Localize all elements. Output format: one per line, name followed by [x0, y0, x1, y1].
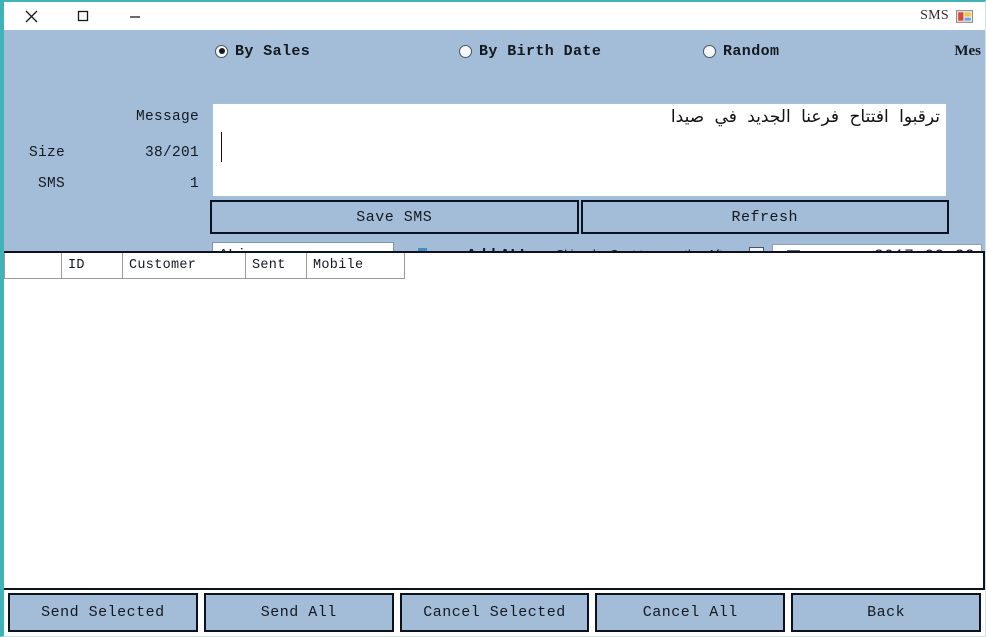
send-selected-button[interactable]: Send Selected [8, 593, 198, 632]
column-header-id[interactable]: ID [61, 253, 123, 279]
column-header-sent[interactable]: Sent [245, 253, 307, 279]
radio-by-birth-date-label: By Birth Date [479, 42, 602, 60]
recipients-table: ID Customer Sent Mobile [4, 253, 405, 279]
cancel-selected-button[interactable]: Cancel Selected [399, 593, 590, 632]
radio-random[interactable]: Random [703, 43, 779, 60]
size-label: Size [28, 145, 65, 161]
filter-radio-group: By Sales By Birth Date Random Mes [4, 38, 985, 64]
message-panel: By Sales By Birth Date Random Mes Messag… [4, 30, 985, 269]
application-window: SMS By Sales By Birth Date Random Mes Me… [0, 0, 986, 637]
close-icon[interactable] [22, 7, 40, 25]
maximize-icon[interactable] [74, 7, 92, 25]
message-text: ترقبوا افتتاح فرعنا الجديد في صيدا [670, 107, 940, 127]
radio-by-sales-indicator[interactable] [215, 44, 228, 58]
column-header-select[interactable] [4, 253, 62, 279]
title-bar: SMS [4, 2, 985, 30]
radio-by-sales-label: By Sales [235, 42, 311, 60]
radio-by-birth-date-indicator[interactable] [459, 44, 472, 58]
bottom-button-bar: Send Selected Send All Cancel Selected C… [4, 590, 985, 636]
column-header-customer[interactable]: Customer [122, 253, 246, 279]
send-all-button[interactable]: Send All [203, 593, 394, 632]
truncated-right-label: Mes [954, 42, 981, 59]
radio-random-indicator[interactable] [703, 44, 716, 58]
refresh-button[interactable]: Refresh [580, 200, 949, 234]
minimize-icon[interactable] [126, 7, 144, 25]
message-label: Message [135, 109, 199, 125]
sms-count-value: 1 [189, 176, 199, 192]
column-header-mobile[interactable]: Mobile [306, 253, 405, 279]
sms-count-label: SMS [37, 176, 65, 192]
application-icon [956, 9, 973, 23]
text-caret [221, 132, 222, 162]
back-button[interactable]: Back [791, 593, 981, 632]
size-value: 38/201 [144, 145, 199, 161]
radio-by-sales[interactable]: By Sales [215, 43, 310, 60]
recipients-table-head: ID Customer Sent Mobile [4, 253, 405, 279]
title-bar-right: SMS [920, 8, 977, 25]
save-sms-button[interactable]: Save SMS [210, 200, 579, 234]
radio-by-birth-date[interactable]: By Birth Date [459, 43, 601, 60]
message-action-row: Save SMS Refresh [210, 200, 949, 234]
window-controls [10, 7, 144, 25]
radio-random-label: Random [723, 42, 780, 60]
message-textarea[interactable]: ترقبوا افتتاح فرعنا الجديد في صيدا [212, 103, 947, 197]
recipients-table-region[interactable]: ID Customer Sent Mobile [4, 251, 985, 590]
table-header-row: ID Customer Sent Mobile [4, 253, 405, 279]
cancel-all-button[interactable]: Cancel All [595, 593, 786, 632]
window-title: SMS [920, 8, 949, 23]
